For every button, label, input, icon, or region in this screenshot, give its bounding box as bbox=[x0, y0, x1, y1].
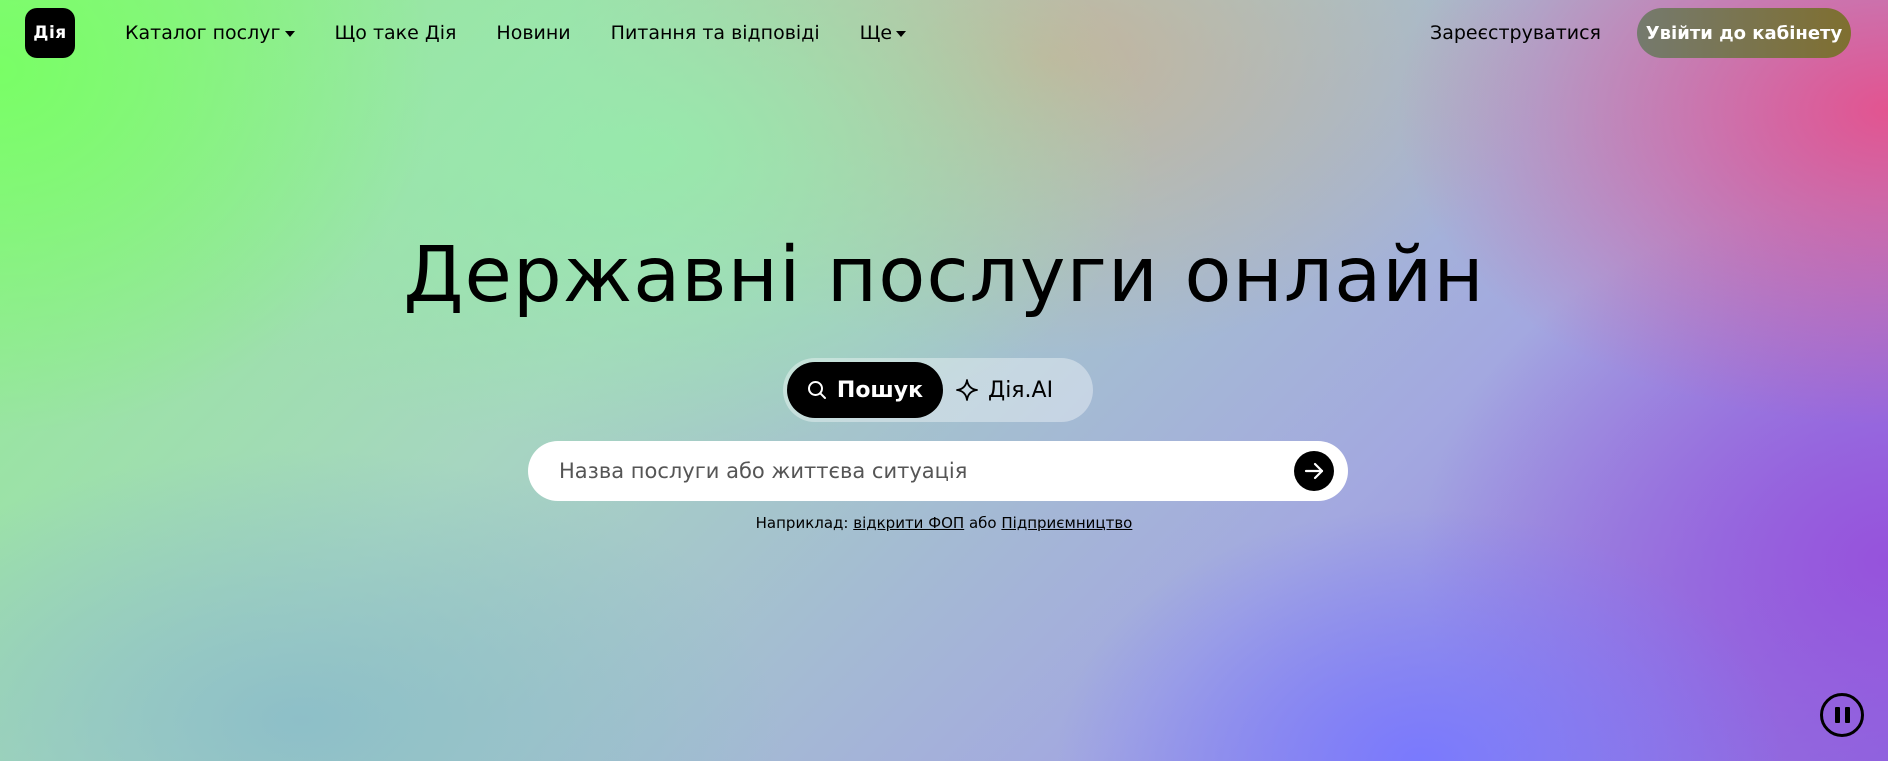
pause-icon bbox=[1834, 707, 1840, 723]
nav-item-more-label: Ще bbox=[859, 22, 893, 44]
example-link-business[interactable]: Підприємництво bbox=[1001, 514, 1132, 532]
nav-item-faq[interactable]: Питання та відповіді bbox=[611, 22, 820, 44]
nav-item-about-label: Що таке Дія bbox=[334, 22, 457, 44]
top-navigation: Дія Каталог послуг Що таке Дія Новини Пи… bbox=[0, 0, 1888, 66]
diia-logo[interactable]: Дія bbox=[25, 8, 75, 58]
nav-item-catalog[interactable]: Каталог послуг bbox=[125, 22, 295, 44]
nav-item-about[interactable]: Що таке Дія bbox=[335, 22, 457, 44]
example-prefix: Наприклад: bbox=[755, 514, 849, 532]
page-title: Державні послуги онлайн bbox=[403, 231, 1485, 320]
nav-item-faq-label: Питання та відповіді bbox=[610, 22, 820, 44]
example-link-fop[interactable]: відкрити ФОП bbox=[853, 514, 964, 532]
tab-search-label: Пошук bbox=[836, 377, 924, 403]
search-mode-toggle: Пошук Дія.AI bbox=[783, 358, 1093, 422]
caret-down-icon bbox=[896, 31, 907, 37]
logo-text: Дія bbox=[33, 23, 67, 43]
search-icon bbox=[807, 381, 826, 399]
nav-item-catalog-label: Каталог послуг bbox=[125, 22, 281, 44]
sparkle-icon bbox=[956, 379, 978, 401]
main-menu: Каталог послуг Що таке Дія Новини Питанн… bbox=[125, 22, 907, 44]
login-button-label: Увійти до кабінету bbox=[1645, 22, 1843, 44]
search-bar bbox=[528, 441, 1348, 501]
register-link[interactable]: Зареєструватися bbox=[1430, 22, 1601, 44]
caret-down-icon bbox=[284, 31, 295, 37]
search-example-hint: Наприклад: відкрити ФОП або Підприємницт… bbox=[0, 514, 1888, 532]
search-input[interactable] bbox=[559, 441, 1259, 501]
tab-diia-ai-label: Дія.AI bbox=[988, 377, 1054, 403]
arrow-right-icon bbox=[1304, 462, 1324, 480]
tab-diia-ai[interactable]: Дія.AI bbox=[955, 362, 1085, 418]
nav-item-news-label: Новини bbox=[496, 22, 571, 44]
login-button[interactable]: Увійти до кабінету bbox=[1637, 8, 1851, 58]
search-submit-button[interactable] bbox=[1294, 451, 1334, 491]
pause-animation-button[interactable] bbox=[1820, 693, 1864, 737]
tab-search[interactable]: Пошук bbox=[787, 362, 943, 418]
example-middle: або bbox=[968, 514, 997, 532]
nav-item-news[interactable]: Новини bbox=[496, 22, 570, 44]
nav-item-more[interactable]: Ще bbox=[859, 22, 907, 44]
pause-icon bbox=[1844, 707, 1850, 723]
